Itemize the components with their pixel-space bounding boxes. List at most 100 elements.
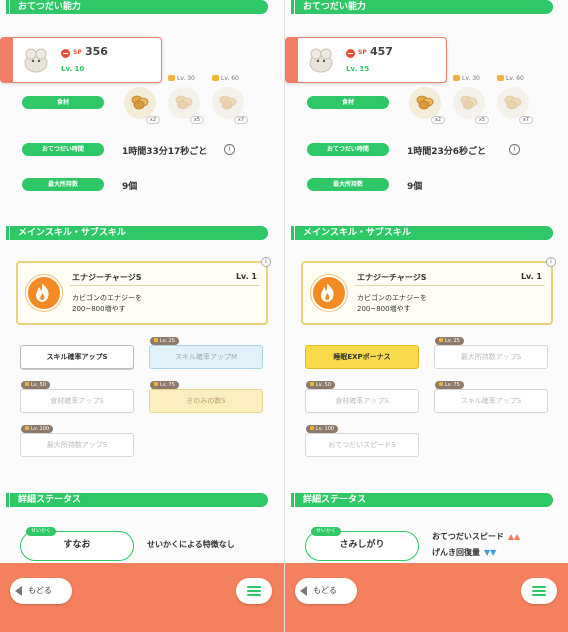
subskill-button[interactable]: 食材確率アップS Lv. 50 — [20, 381, 134, 413]
subskill-button[interactable]: スキル確率アップS — [20, 345, 134, 369]
pokeball-icon — [346, 49, 355, 58]
divider — [355, 285, 545, 286]
help-time-label: おてつだい時間 — [307, 143, 389, 156]
main-skill-card[interactable]: エナジーチャージS Lv. 1 カビゴンのエナジーを 200~800増やす i — [16, 257, 271, 325]
menu-icon — [532, 594, 546, 596]
ingredient-count: x7 — [233, 116, 248, 124]
subskill-label: 最大所持数アップS — [46, 441, 108, 449]
stat-arrow-icon: ▼▼ — [484, 548, 497, 557]
ingredient-count: x2 — [430, 116, 445, 124]
menu-icon — [247, 594, 261, 596]
pokemon-card[interactable]: SP 457 Lv. 15 — [285, 37, 447, 83]
subskill-button[interactable]: きのみの数S Lv. 75 — [149, 381, 263, 413]
pokemon-icon — [309, 48, 333, 73]
subskill-label: 睡眠EXPボーナス — [333, 353, 391, 361]
info-icon[interactable]: i — [261, 257, 271, 267]
lock-icon — [154, 338, 158, 342]
unlock-level-text: Lv. 100 — [31, 426, 50, 432]
description-line: カビゴンのエナジーを — [357, 294, 427, 302]
subskill-button[interactable]: 最大所持数アップS Lv. 100 — [20, 425, 134, 457]
section-title: おてつだい能力 — [303, 2, 366, 12]
back-button[interactable]: もどる — [295, 578, 357, 604]
unlock-level-text: Lv. 25 — [445, 338, 460, 344]
flame-icon — [26, 275, 62, 311]
info-icon[interactable]: i — [224, 144, 235, 155]
lock-icon — [154, 382, 158, 386]
max-carry-label: 最大所持数 — [22, 178, 104, 191]
ingredient-count: x5 — [189, 116, 204, 124]
ingredient-slot[interactable]: x7 Lv. 60 — [210, 75, 248, 124]
unlock-level: Lv. 30 — [168, 75, 195, 82]
flame-icon — [311, 275, 347, 311]
unlock-badge: Lv. 100 — [21, 425, 54, 433]
lock-icon — [453, 75, 460, 81]
unlock-level-text: Lv. 25 — [160, 338, 175, 344]
menu-button[interactable] — [236, 578, 272, 604]
ingredient-slot[interactable]: x2 — [407, 85, 445, 124]
max-carry-value: 9個 — [122, 182, 138, 192]
main-skill-card[interactable]: エナジーチャージS Lv. 1 カビゴンのエナジーを 200~800増やす i — [301, 257, 556, 325]
section-title: おてつだい能力 — [18, 2, 81, 12]
ingredient-count: x2 — [145, 116, 160, 124]
subskill-label: スキル確率アップS — [46, 353, 108, 361]
ingredient-slot[interactable]: x7 Lv. 60 — [495, 75, 533, 124]
max-carry-label: 最大所持数 — [307, 178, 389, 191]
ingredient-slot[interactable]: x2 — [122, 85, 160, 124]
max-carry-value: 9個 — [407, 182, 423, 192]
unlock-badge: Lv. 75 — [435, 381, 464, 389]
sp-value: 356 — [85, 45, 108, 58]
skills-header: メインスキル・サブスキル — [6, 226, 268, 240]
nature-effect: おてつだいスピード ▲▲ — [432, 531, 520, 542]
subskill-button[interactable]: スキル確率アップS Lv. 75 — [434, 381, 548, 413]
main-skill-name: エナジーチャージS — [72, 273, 142, 282]
info-icon[interactable]: i — [509, 144, 520, 155]
pokemon-level: Lv. 15 — [346, 65, 370, 73]
unlock-level-text: Lv. 50 — [31, 382, 46, 388]
section-title: 詳細ステータス — [303, 495, 367, 505]
nature-tag: せいかく — [26, 527, 57, 536]
lock-icon — [25, 382, 29, 386]
unlock-level-text: Lv. 60 — [221, 75, 239, 82]
lock-icon — [439, 338, 443, 342]
info-icon[interactable]: i — [546, 257, 556, 267]
pokeball-icon — [61, 49, 70, 58]
unlock-level-text: Lv. 75 — [160, 382, 175, 388]
unlock-level: Lv. 60 — [497, 75, 524, 82]
unlock-level-text: Lv. 30 — [462, 75, 480, 82]
back-button[interactable]: もどる — [10, 578, 72, 604]
subskill-label: きのみの数S — [186, 397, 226, 405]
main-skill-description: カビゴンのエナジーを 200~800増やす — [357, 293, 427, 315]
unlock-level-text: Lv. 50 — [316, 382, 331, 388]
nature-effect: せいかくによる特徴なし — [147, 539, 235, 550]
main-skill-level: Lv. 1 — [520, 272, 542, 281]
description-line: 200~800増やす — [357, 305, 411, 313]
unlock-level-text: Lv. 100 — [316, 426, 335, 432]
subskill-label: おてつだいスピードS — [328, 441, 396, 449]
main-skill-level: Lv. 1 — [235, 272, 257, 281]
nature-effect-text: げんき回復量 — [432, 548, 480, 557]
ingredient-slot[interactable]: x5 Lv. 30 — [451, 75, 489, 124]
footer-bar: もどる — [0, 563, 284, 632]
menu-button[interactable] — [521, 578, 557, 604]
sp-label: SP — [358, 49, 367, 56]
subskill-button[interactable]: スキル確率アップM Lv. 25 — [149, 337, 263, 369]
subskill-button[interactable]: おてつだいスピードS Lv. 100 — [305, 425, 419, 457]
unlock-badge: Lv. 100 — [306, 425, 339, 433]
help-time-value: 1時間33分17秒ごと — [122, 147, 208, 157]
card-accent — [286, 38, 298, 82]
subskill-label: 食材確率アップS — [335, 397, 389, 405]
unlock-badge: Lv. 50 — [306, 381, 335, 389]
ingredient-count: x7 — [518, 116, 533, 124]
section-title: 詳細ステータス — [18, 495, 82, 505]
nature-effect: げんき回復量 ▼▼ — [432, 547, 496, 558]
subskill-button[interactable]: 最大所持数アップS Lv. 25 — [434, 337, 548, 369]
stat-arrow-icon: ▲▲ — [507, 532, 521, 541]
subskill-button[interactable]: 睡眠EXPボーナス — [305, 345, 419, 369]
detail-status-header: 詳細ステータス — [6, 493, 268, 507]
subskill-button[interactable]: 食材確率アップS Lv. 50 — [305, 381, 419, 413]
unlock-level-text: Lv. 60 — [506, 75, 524, 82]
pokemon-detail-panel-right: おてつだい能力 SP 457 Lv. 15 食材 x2 x5 Lv. 30 x7 Lv.… — [284, 0, 568, 632]
pokemon-card[interactable]: SP 356 Lv. 10 — [0, 37, 162, 83]
ingredient-slot[interactable]: x5 Lv. 30 — [166, 75, 204, 124]
card-accent — [1, 38, 13, 82]
